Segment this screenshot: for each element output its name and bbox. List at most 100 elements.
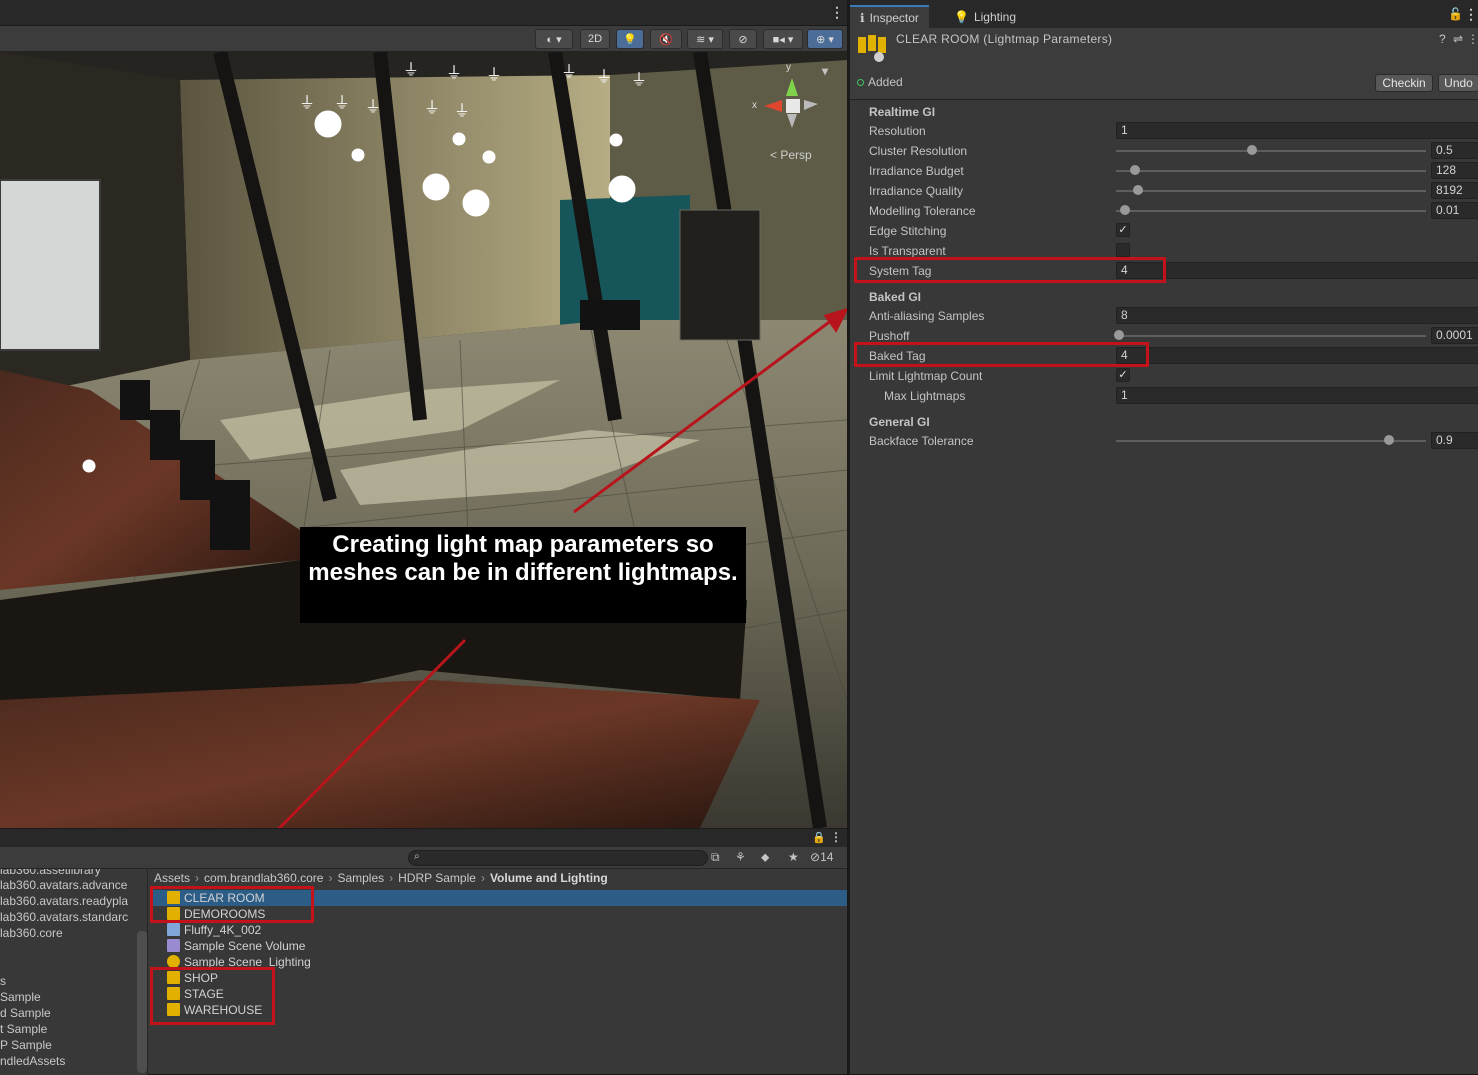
irradiance-budget-field[interactable]: 128: [1431, 162, 1478, 179]
breadcrumb-item[interactable]: Volume and Lighting: [490, 871, 608, 885]
tree-item[interactable]: s: [0, 974, 6, 988]
filter-type-icon[interactable]: ⚘: [735, 850, 746, 864]
gizmo-menu-icon[interactable]: ▾: [822, 64, 828, 78]
pushoff-slider[interactable]: [1116, 335, 1426, 337]
system-tag-field[interactable]: 4: [1116, 262, 1478, 279]
svg-text:⏚: ⏚: [454, 101, 470, 120]
inspector-panel: ℹ Inspector 💡 Lighting 🔓 ⋮ CLEAR ROOM (L…: [849, 0, 1478, 1074]
breadcrumb-item[interactable]: Samples: [337, 871, 384, 885]
is-transparent-checkbox[interactable]: [1116, 243, 1130, 257]
lock-icon[interactable]: 🔓: [1448, 7, 1463, 21]
pushoff-field[interactable]: 0.0001: [1431, 327, 1478, 344]
folder-tree-scrollbar[interactable]: [137, 931, 147, 1073]
tree-item[interactable]: lab360.avatars.standarc: [0, 910, 128, 924]
modelling-tolerance-slider[interactable]: [1116, 210, 1426, 212]
limit-lightmap-count-label: Limit Lightmap Count: [869, 369, 983, 383]
backface-tolerance-label: Backface Tolerance: [869, 434, 974, 448]
asset-name: Fluffy_4K_002: [184, 923, 262, 937]
svg-text:⏚: ⏚: [596, 67, 612, 86]
resolution-field[interactable]: 1: [1116, 122, 1478, 139]
backface-tolerance-slider[interactable]: [1116, 440, 1426, 442]
scene-lighting-button[interactable]: 💡: [616, 29, 644, 49]
resolution-label: Resolution: [869, 124, 926, 138]
toggle-2d-button[interactable]: 2D: [580, 29, 610, 49]
asset-row[interactable]: Sample Scene Volume: [150, 938, 847, 954]
tab-inspector[interactable]: ℹ Inspector: [850, 5, 929, 28]
modelling-tolerance-slider-thumb[interactable]: [1120, 205, 1131, 215]
cluster-resolution-field[interactable]: 0.5: [1431, 142, 1478, 159]
breadcrumb-item[interactable]: HDRP Sample: [398, 871, 476, 885]
scene-visibility-button[interactable]: ⊘: [729, 29, 757, 49]
axis-x-label: x: [752, 100, 757, 111]
anti-aliasing-field[interactable]: 8: [1116, 307, 1478, 324]
camera-settings-button[interactable]: ■◂ ▾: [763, 29, 803, 49]
tree-item[interactable]: Sample: [0, 990, 41, 1004]
info-icon: ℹ: [860, 10, 865, 25]
modelling-tolerance-label: Modelling Tolerance: [869, 204, 976, 218]
favorite-star-icon[interactable]: ★: [788, 850, 799, 864]
draw-mode-button[interactable]: ◐ ▾: [535, 29, 573, 49]
projection-toggle[interactable]: < Persp: [770, 148, 812, 162]
irradiance-budget-slider[interactable]: [1116, 170, 1426, 172]
backface-tolerance-slider-thumb[interactable]: [1383, 435, 1394, 445]
breadcrumb-item[interactable]: com.brandlab360.core: [204, 871, 323, 885]
svg-text:⏚: ⏚: [561, 62, 577, 81]
more-options-icon[interactable]: ⋮: [830, 4, 844, 21]
max-lightmaps-field[interactable]: 1: [1116, 387, 1478, 404]
tree-item[interactable]: d Sample: [0, 1006, 51, 1020]
scene-3d-viewport[interactable]: ⏚ ⏚ ⏚ ⏚ ⏚ ⏚ ⏚ ⏚ ⏚ ⏚ ⏚: [0, 52, 847, 828]
pushoff-slider-thumb[interactable]: [1114, 330, 1125, 340]
undo-button[interactable]: Undo: [1438, 74, 1478, 92]
tree-item[interactable]: t Sample: [0, 1022, 47, 1036]
tree-item[interactable]: lab360.avatars.advance: [0, 878, 127, 892]
label-tag-icon[interactable]: ⬥: [761, 850, 769, 865]
audio-toggle-button[interactable]: 🔇: [650, 29, 682, 49]
irradiance-quality-slider-thumb[interactable]: [1132, 185, 1143, 195]
more-options-icon[interactable]: ⋮: [1467, 32, 1478, 46]
mute-icon: 🔇: [659, 33, 673, 46]
volume-profile-icon: [167, 939, 180, 952]
cluster-resolution-slider-thumb[interactable]: [1247, 145, 1258, 155]
lock-icon[interactable]: 🔒: [812, 831, 826, 844]
cluster-resolution-slider[interactable]: [1116, 150, 1426, 152]
gizmos-button[interactable]: ⊕ ▾: [807, 29, 843, 49]
hidden-packages-toggle[interactable]: ⊘14: [810, 850, 833, 864]
search-input[interactable]: ⌕: [408, 850, 708, 866]
asset-name: Sample Scene Volume: [184, 939, 306, 953]
checkin-button[interactable]: Checkin: [1375, 74, 1433, 92]
asset-row[interactable]: Fluffy_4K_002: [150, 922, 847, 938]
inspector-tab-bar: ℹ Inspector 💡 Lighting 🔓 ⋮: [850, 0, 1478, 28]
breadcrumb: Assets › com.brandlab360.core › Samples › HDRP…: [154, 871, 608, 885]
edge-stitching-checkbox[interactable]: ✓: [1116, 223, 1130, 237]
tree-item[interactable]: lab360.assetlibrary: [0, 869, 101, 877]
tree-item[interactable]: ndledAssets: [0, 1054, 65, 1068]
texture-icon: [167, 923, 180, 936]
asset-highlight-top: [150, 886, 314, 923]
tree-item[interactable]: P Sample: [0, 1038, 52, 1052]
help-icon[interactable]: ?: [1439, 32, 1446, 46]
more-options-icon[interactable]: ⋮: [1464, 6, 1478, 23]
baked-tag-field[interactable]: 4: [1116, 347, 1478, 364]
search-by-type-icon[interactable]: ⧉: [711, 850, 720, 865]
tab-lighting[interactable]: 💡 Lighting: [944, 5, 1026, 28]
irradiance-budget-slider-thumb[interactable]: [1129, 165, 1140, 175]
breadcrumb-item[interactable]: Assets: [154, 871, 190, 885]
asset-title: CLEAR ROOM (Lightmap Parameters): [896, 32, 1113, 46]
irradiance-quality-field[interactable]: 8192: [1431, 182, 1478, 199]
project-tab-bar: 🔒 ⋮: [0, 829, 847, 847]
backface-tolerance-field[interactable]: 0.9: [1431, 432, 1478, 449]
tree-item[interactable]: lab360.avatars.readypla: [0, 894, 128, 908]
scene-view[interactable]: ⋮ ◐ ▾ 2D 💡 🔇 ≋ ▾ ⊘ ■◂ ▾ ⊕ ▾ ⏚ ⏚ ⏚ ⏚ ⏚ ⏚ …: [0, 0, 847, 828]
axis-y-label: y: [786, 62, 791, 73]
general-gi-heading: General GI: [869, 415, 930, 429]
effects-button[interactable]: ≋ ▾: [687, 29, 723, 49]
irradiance-budget-label: Irradiance Budget: [869, 164, 964, 178]
irradiance-quality-slider[interactable]: [1116, 190, 1426, 192]
more-options-icon[interactable]: ⋮: [830, 830, 842, 844]
limit-lightmap-count-checkbox[interactable]: ✓: [1116, 368, 1130, 382]
irradiance-quality-label: Irradiance Quality: [869, 184, 964, 198]
tree-item[interactable]: lab360.core: [0, 926, 63, 940]
settings-sliders-icon[interactable]: ⇌: [1453, 32, 1463, 46]
modelling-tolerance-field[interactable]: 0.01: [1431, 202, 1478, 219]
projection-label: Persp: [780, 148, 812, 162]
